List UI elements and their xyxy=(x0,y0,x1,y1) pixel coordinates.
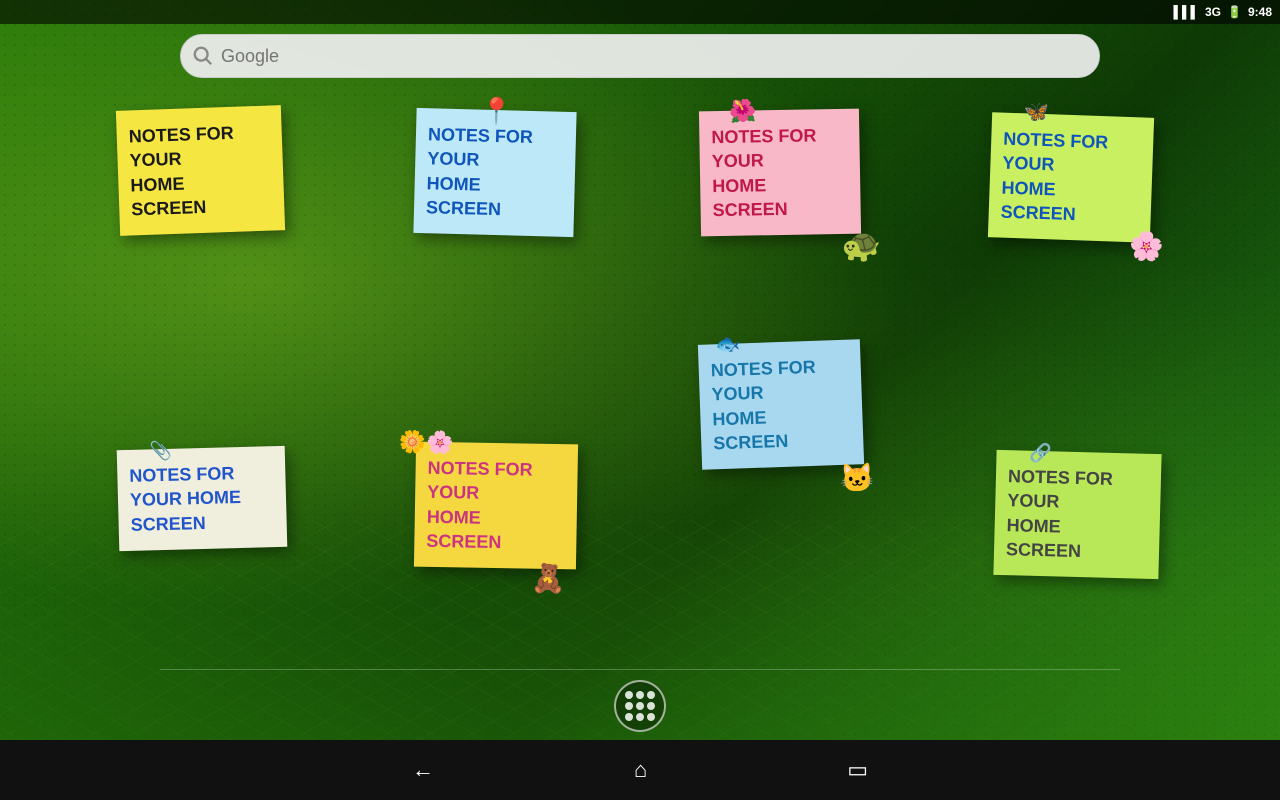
fishbone-icon: 🐟 xyxy=(715,331,741,359)
search-input[interactable] xyxy=(180,34,1100,78)
back-button[interactable]: ← xyxy=(412,757,434,783)
flower-deco2: 🌼🌸 xyxy=(398,427,453,458)
home-button[interactable]: ⌂ xyxy=(634,757,647,783)
signal-indicator: ▌▌▌ xyxy=(1173,5,1199,19)
flower-pin-icon: 🌺 xyxy=(729,96,757,126)
note-blue[interactable]: 📍 NOTES FORYOURHOMESCREEN xyxy=(413,108,576,237)
battery-icon: 🔋 xyxy=(1227,5,1242,19)
clock: 9:48 xyxy=(1248,5,1272,19)
note-pink[interactable]: 🌺 NOTES FORYOURHOMESCREEN 🐢 xyxy=(699,109,861,237)
note-yellow2[interactable]: 🌼🌸 NOTES FORYOURHOMESCREEN 🧸 xyxy=(414,442,578,570)
cat-deco: 🐱 xyxy=(839,464,875,493)
search-icon xyxy=(192,45,214,67)
pin-icon: 📍 xyxy=(480,94,513,130)
turtle-deco: 🐢 xyxy=(841,229,881,262)
butterfly-icon: 🦋 xyxy=(1023,99,1049,127)
recents-button[interactable]: ▭ xyxy=(847,757,868,783)
note-yellow[interactable]: NOTES FORYOURHOMESCREEN xyxy=(116,105,285,236)
bear-deco: 🧸 xyxy=(531,565,566,594)
clip-icon: 📎 xyxy=(149,439,172,464)
status-bar: ▌▌▌ 3G 🔋 9:48 xyxy=(0,0,1280,24)
divider xyxy=(160,669,1120,670)
app-drawer-button[interactable] xyxy=(614,680,666,732)
clip-icon2: 🔗 xyxy=(1029,441,1052,466)
note-blue2[interactable]: 🐟 NOTES FORYOURHOMESCREEN 🐱 xyxy=(698,339,864,470)
pink-flower-deco: 🌸 xyxy=(1128,232,1164,261)
navigation-bar: ← ⌂ ▭ xyxy=(0,740,1280,800)
search-bar[interactable] xyxy=(180,34,1100,78)
app-drawer-icon xyxy=(625,691,655,721)
signal-label: 3G xyxy=(1205,5,1221,19)
note-green-light[interactable]: 🦋 NOTES FORYOURHOMESCREEN 🌸 xyxy=(988,112,1154,243)
note-white[interactable]: 📎 NOTES FORYOUR HOMESCREEN xyxy=(117,446,288,551)
note-green2[interactable]: 🔗 NOTES FORYOURHOMESCREEN xyxy=(993,450,1161,579)
